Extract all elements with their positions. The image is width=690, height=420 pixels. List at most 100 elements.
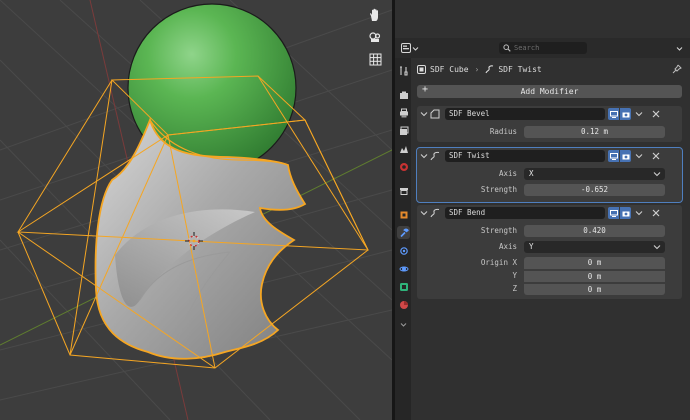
printer-icon xyxy=(399,108,408,117)
modifier-tab[interactable] xyxy=(397,226,410,239)
data-green-icon xyxy=(399,282,408,291)
chevron-down-icon[interactable] xyxy=(420,152,428,160)
data-tab[interactable] xyxy=(397,280,410,293)
search-field[interactable] xyxy=(499,42,587,54)
physics-tab[interactable] xyxy=(397,262,410,275)
properties-header xyxy=(395,38,690,58)
image-stack-icon xyxy=(399,126,408,135)
show-in-viewport-toggle[interactable] xyxy=(608,108,619,120)
origin-x-label: Origin X xyxy=(480,258,517,267)
wrench-screwdriver-icon xyxy=(399,65,408,76)
strength-label: Strength xyxy=(480,226,517,235)
camera-back-icon xyxy=(399,91,408,99)
close-icon[interactable] xyxy=(651,208,661,218)
strength-label: Strength xyxy=(480,185,517,194)
object-tab[interactable] xyxy=(397,208,410,221)
axis-dropdown[interactable]: Y xyxy=(524,241,665,253)
chevron-down-icon[interactable] xyxy=(635,110,643,118)
particles-tab[interactable] xyxy=(397,244,410,257)
camera-orbit-icon[interactable] xyxy=(366,28,384,46)
radius-label: Radius xyxy=(489,127,517,136)
view-layer-tab[interactable] xyxy=(397,124,410,137)
bend-modifier-icon xyxy=(430,208,440,218)
show-in-render-toggle[interactable] xyxy=(620,207,631,219)
modifier-panel-twist: SDF Twist Axis X Strength -0.652 xyxy=(416,147,683,203)
add-modifier-label: Add Modifier xyxy=(520,87,579,96)
monitor-icon xyxy=(609,152,618,160)
object-square-icon xyxy=(417,64,426,74)
modifier-header[interactable]: SDF Twist xyxy=(417,148,682,164)
object-square-icon xyxy=(400,211,407,218)
output-tab[interactable] xyxy=(397,106,410,119)
monitor-icon xyxy=(609,110,618,118)
viewport-scene[interactable] xyxy=(0,0,392,420)
origin-y-field[interactable]: 0 m xyxy=(524,270,665,282)
editor-type-menu[interactable] xyxy=(401,42,421,54)
scene-tab[interactable] xyxy=(397,142,410,155)
origin-y-label: Y xyxy=(512,271,517,280)
axis-dropdown[interactable]: X xyxy=(524,168,665,180)
properties-editor-icon xyxy=(401,43,411,53)
breadcrumb: SDF Cube › SDF Twist xyxy=(417,62,542,76)
axis-label: Axis xyxy=(498,242,517,251)
chevron-down-icon[interactable] xyxy=(635,209,643,217)
twist-modifier-icon xyxy=(485,64,494,73)
close-icon[interactable] xyxy=(651,151,661,161)
render-tab[interactable] xyxy=(397,88,410,101)
show-in-viewport-toggle[interactable] xyxy=(608,150,619,162)
modifier-panel-bevel: SDF Bevel Radius 0.12 m xyxy=(417,106,682,142)
twist-modifier-icon xyxy=(430,151,440,161)
material-tab[interactable] xyxy=(397,298,410,311)
collection-tab[interactable] xyxy=(397,184,410,197)
show-in-render-toggle[interactable] xyxy=(620,150,631,162)
breadcrumb-separator-icon: › xyxy=(474,64,480,74)
particles-icon xyxy=(399,246,408,255)
axis-value: X xyxy=(529,169,534,178)
pin-icon[interactable] xyxy=(672,64,682,74)
modifier-header[interactable]: SDF Bend xyxy=(417,205,682,221)
more-tabs-chevron[interactable] xyxy=(397,318,410,331)
origin-z-label: Z xyxy=(512,284,517,293)
camera-icon xyxy=(622,154,629,159)
camera-icon xyxy=(622,211,629,216)
wrench-icon xyxy=(399,228,409,237)
chevron-down-icon[interactable] xyxy=(420,110,428,118)
world-tab[interactable] xyxy=(397,160,410,173)
options-dropdown[interactable] xyxy=(674,43,684,53)
chevron-down-icon xyxy=(653,245,661,250)
close-icon[interactable] xyxy=(651,109,661,119)
3d-viewport[interactable] xyxy=(0,0,392,420)
show-in-render-toggle[interactable] xyxy=(620,108,631,120)
modifier-header[interactable]: SDF Bevel xyxy=(417,106,682,122)
search-input[interactable] xyxy=(514,44,584,52)
strength-field[interactable]: 0.420 xyxy=(524,225,665,237)
radius-field[interactable]: 0.12 m xyxy=(524,126,665,138)
chevron-down-icon xyxy=(676,46,682,51)
add-modifier-button[interactable]: + Add Modifier xyxy=(417,84,682,98)
origin-z-field[interactable]: 0 m xyxy=(524,283,665,295)
collection-box-icon xyxy=(399,187,408,195)
axis-label: Axis xyxy=(498,169,517,178)
material-sphere-icon xyxy=(399,300,408,309)
breadcrumb-modifier: SDF Twist xyxy=(498,64,542,74)
axis-value: Y xyxy=(529,242,534,251)
strength-field[interactable]: -0.652 xyxy=(524,184,665,196)
chevron-down-icon xyxy=(412,46,419,51)
chevron-down-icon[interactable] xyxy=(635,152,643,160)
properties-tabs xyxy=(395,58,411,420)
grid-view-icon[interactable] xyxy=(366,50,384,68)
modifier-properties: SDF Cube › SDF Twist + Add Modifier SDF … xyxy=(411,58,690,420)
bevel-modifier-icon xyxy=(430,109,440,119)
tool-tab[interactable] xyxy=(397,64,410,77)
chevron-down-icon[interactable] xyxy=(420,209,428,217)
modifier-name-field[interactable]: SDF Bevel xyxy=(445,108,605,120)
breadcrumb-object: SDF Cube xyxy=(430,64,469,74)
show-in-viewport-toggle[interactable] xyxy=(608,207,619,219)
viewport-navigation xyxy=(366,6,384,68)
hand-pan-icon[interactable] xyxy=(366,6,384,24)
origin-x-field[interactable]: 0 m xyxy=(524,257,665,269)
scene-icon xyxy=(399,145,408,153)
modifier-name-field[interactable]: SDF Bend xyxy=(445,207,605,219)
modifier-name-field[interactable]: SDF Twist xyxy=(445,150,605,162)
physics-orbit-icon xyxy=(399,266,408,271)
